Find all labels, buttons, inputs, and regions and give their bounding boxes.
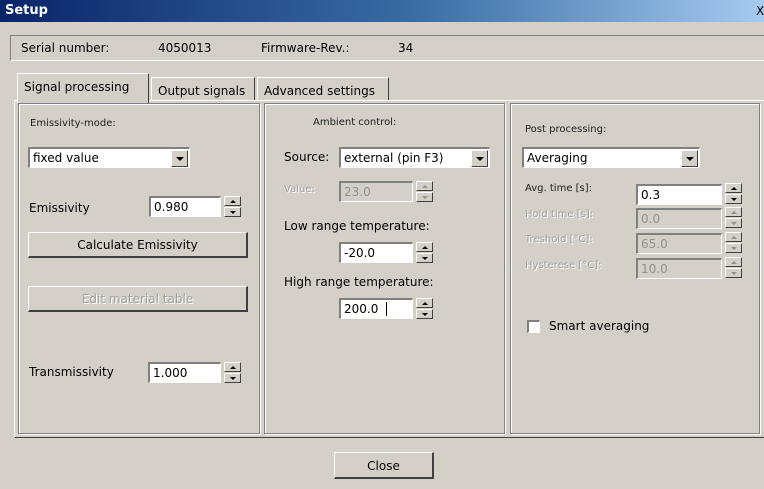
spin-down-icon[interactable]: [416, 309, 433, 319]
transmissivity-value: 1.000: [153, 366, 188, 380]
post-processing-select[interactable]: Averaging: [522, 147, 700, 168]
emissivity-label: Emissivity: [29, 201, 90, 215]
close-button[interactable]: Close: [334, 452, 434, 479]
low-range-label: Low range temperature:: [284, 219, 430, 233]
serial-number-value: 4050013: [158, 41, 212, 55]
spin-up-icon[interactable]: [416, 181, 433, 191]
ambient-value-spinner[interactable]: [416, 181, 433, 202]
spin-up-icon[interactable]: [416, 298, 433, 308]
high-range-input[interactable]: 200.0: [339, 298, 413, 319]
transmissivity-spinner[interactable]: [224, 362, 241, 383]
high-range-label: High range temperature:: [284, 275, 434, 289]
spin-down-icon[interactable]: [725, 218, 742, 228]
ambient-value-label: Value:: [284, 184, 315, 195]
chevron-down-icon[interactable]: [681, 150, 698, 167]
hold-time-value: 0.0: [641, 212, 661, 226]
edit-material-table-label: Edit material table: [81, 292, 194, 306]
ambient-control-heading: Ambient control:: [313, 117, 397, 128]
source-select[interactable]: external (pin F3): [339, 147, 490, 168]
emissivity-input[interactable]: 0.980: [149, 196, 221, 217]
spin-up-icon[interactable]: [725, 183, 742, 193]
avg-time-input[interactable]: 0.3: [636, 184, 722, 205]
high-range-value: 200.0: [344, 302, 379, 316]
tab-label: Signal processing: [24, 80, 130, 94]
threshold-value: 65.0: [641, 237, 668, 251]
threshold-label: Treshold [°C]:: [525, 234, 593, 245]
source-value: external (pin F3): [344, 151, 444, 165]
edit-material-table-button[interactable]: Edit material table: [28, 286, 248, 312]
emissivity-mode-value: fixed value: [33, 151, 99, 165]
chevron-down-icon[interactable]: [171, 150, 188, 167]
hysteresis-input[interactable]: 10.0: [636, 258, 722, 279]
text-caret: [386, 302, 387, 316]
spin-up-icon[interactable]: [224, 362, 241, 372]
spin-up-icon[interactable]: [224, 196, 241, 206]
firmware-label: Firmware-Rev.:: [261, 41, 350, 55]
emissivity-mode-heading: Emissivity-mode:: [30, 118, 116, 129]
spin-down-icon[interactable]: [224, 207, 241, 217]
spin-up-icon[interactable]: [725, 257, 742, 267]
ambient-value-input[interactable]: 23.0: [339, 181, 413, 202]
spin-up-icon[interactable]: [725, 232, 742, 242]
ambient-value: 23.0: [344, 185, 371, 199]
post-processing-heading: Post processing:: [525, 124, 607, 135]
tab-label: Output signals: [158, 84, 246, 98]
spin-down-icon[interactable]: [725, 268, 742, 278]
firmware-value: 34: [398, 41, 414, 55]
transmissivity-input[interactable]: 1.000: [148, 362, 221, 383]
smart-averaging-checkbox[interactable]: [527, 320, 540, 333]
spin-up-icon[interactable]: [725, 207, 742, 217]
window-title: Setup: [5, 3, 48, 18]
transmissivity-label: Transmissivity: [29, 365, 114, 379]
hold-time-spinner[interactable]: [725, 207, 742, 228]
spin-down-icon[interactable]: [725, 243, 742, 253]
source-label: Source:: [284, 150, 330, 164]
serial-number-label: Serial number:: [21, 41, 110, 55]
spin-down-icon[interactable]: [416, 253, 433, 263]
device-info-bar: Serial number: 4050013 Firmware-Rev.: 34: [10, 35, 764, 61]
hysteresis-spinner[interactable]: [725, 257, 742, 278]
avg-time-value: 0.3: [641, 188, 661, 202]
emissivity-value: 0.980: [154, 200, 189, 214]
chevron-down-icon[interactable]: [471, 150, 488, 167]
low-range-spinner[interactable]: [416, 242, 433, 263]
spin-up-icon[interactable]: [416, 242, 433, 252]
title-bar[interactable]: Setup X: [0, 0, 764, 22]
calculate-emissivity-label: Calculate Emissivity: [77, 238, 198, 252]
high-range-spinner[interactable]: [416, 298, 433, 319]
threshold-spinner[interactable]: [725, 232, 742, 253]
hysteresis-label: Hysterese [°C]:: [525, 260, 602, 271]
close-button-label: Close: [367, 459, 400, 473]
post-processing-value: Averaging: [527, 151, 588, 165]
emissivity-spinner[interactable]: [224, 196, 241, 217]
spin-down-icon[interactable]: [725, 194, 742, 204]
smart-averaging-label: Smart averaging: [549, 319, 650, 333]
spin-down-icon[interactable]: [416, 192, 433, 202]
calculate-emissivity-button[interactable]: Calculate Emissivity: [28, 232, 248, 258]
avg-time-label: Avg. time [s]:: [525, 183, 593, 194]
tab-signal-processing[interactable]: Signal processing: [17, 73, 149, 103]
hold-time-label: Hold time [s]:: [525, 209, 594, 220]
hold-time-input[interactable]: 0.0: [636, 208, 722, 229]
low-range-input[interactable]: -20.0: [339, 242, 413, 263]
setup-dialog: Setup X Serial number: 4050013 Firmware-…: [0, 0, 764, 489]
close-icon[interactable]: X: [756, 3, 764, 19]
low-range-value: -20.0: [344, 246, 376, 260]
spin-down-icon[interactable]: [224, 373, 241, 383]
avg-time-spinner[interactable]: [725, 183, 742, 204]
tab-label: Advanced settings: [264, 84, 375, 98]
hysteresis-value: 10.0: [641, 262, 668, 276]
threshold-input[interactable]: 65.0: [636, 233, 722, 254]
emissivity-mode-select[interactable]: fixed value: [28, 147, 190, 168]
